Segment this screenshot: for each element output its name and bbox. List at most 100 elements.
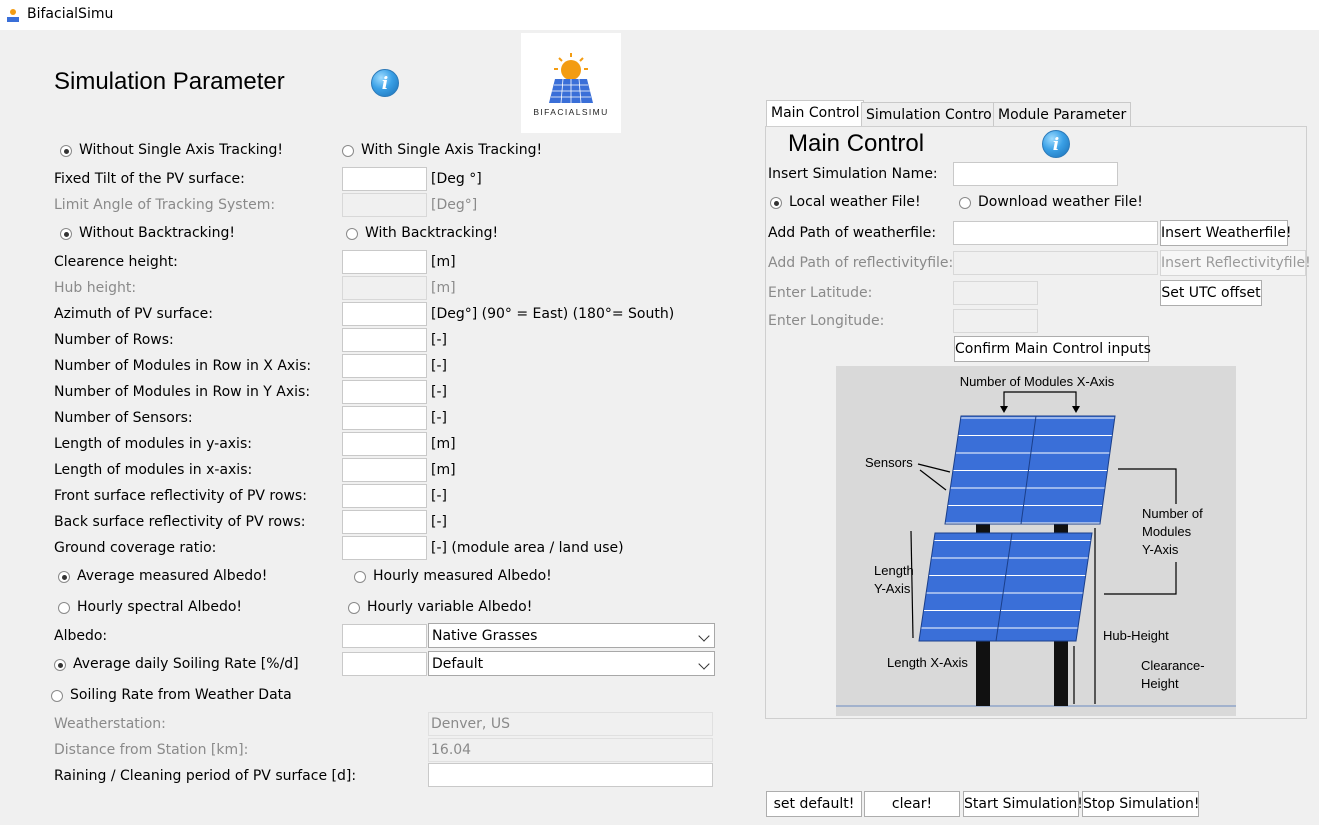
modules-y-unit: [-] [431,384,447,400]
diagram-modules-x-label: Number of Modules X-Axis [960,374,1115,389]
fixed-tilt-input[interactable] [342,167,427,191]
clearance-unit: [m] [431,254,456,270]
rows-unit: [-] [431,332,447,348]
tab-module-parameter[interactable]: Module Parameter [993,102,1132,128]
diagram-clear-1: Clearance- [1141,658,1205,673]
front-reflectivity-input[interactable] [342,484,427,508]
soiling-select[interactable]: Default [428,651,715,676]
diagram-len-y-1: Length [874,563,914,578]
without-tracking-radio[interactable] [60,145,72,157]
weatherstation-field[interactable]: Denver, US [428,712,713,736]
clear-button[interactable]: clear! [864,791,960,817]
soiling-select-value: Default [432,656,484,672]
rows-input[interactable] [342,328,427,352]
hub-height-unit: [m] [431,280,456,296]
gcr-input[interactable] [342,536,427,560]
diagram-mod-y-1: Number of [1142,506,1203,521]
with-tracking-radio[interactable] [342,145,354,157]
length-y-label: Length of modules in y-axis: [54,436,252,452]
app-icon [7,9,19,22]
hub-height-input[interactable] [342,276,427,300]
raining-input[interactable] [428,763,713,787]
logo-text: BIFACIALSIMU [533,107,609,117]
diagram-sensors-label: Sensors [865,455,913,470]
diagram-mod-y-3: Y-Axis [1142,542,1179,557]
albedo-input[interactable] [342,624,427,648]
avg-soiling-radio[interactable] [54,659,66,671]
latitude-input[interactable] [953,281,1038,305]
reflectivity-path-input[interactable] [953,251,1158,275]
start-simulation-button[interactable]: Start Simulation! [963,791,1083,817]
spectral-albedo-label: Hourly spectral Albedo! [77,599,243,615]
set-default-button[interactable]: set default! [766,791,862,817]
length-x-label: Length of modules in x-axis: [54,462,253,478]
albedo-select-value: Native Grasses [432,628,538,644]
with-backtracking-radio[interactable] [346,228,358,240]
length-y-unit: [m] [431,436,456,452]
diagram-clear-2: Height [1141,676,1179,691]
set-utc-offset-button[interactable]: Set UTC offset [1160,280,1262,306]
diagram-hub-label: Hub-Height [1103,628,1169,643]
sensors-unit: [-] [431,410,447,426]
variable-albedo-radio[interactable] [348,602,360,614]
azimuth-label: Azimuth of PV surface: [54,306,214,322]
insert-weatherfile-button[interactable]: Insert Weatherfile! [1160,220,1291,246]
length-x-input[interactable] [342,458,427,482]
confirm-main-control-button[interactable]: Confirm Main Control inputs [954,336,1151,362]
tab-main-control[interactable]: Main Control [766,100,865,126]
diagram-len-x-label: Length X-Axis [887,655,968,670]
download-weather-label: Download weather File! [978,194,1143,210]
azimuth-unit: [Deg°] (90° = East) (180°= South) [431,306,675,322]
without-backtracking-radio[interactable] [60,228,72,240]
download-weather-radio[interactable] [959,197,971,209]
modules-x-input[interactable] [342,354,427,378]
fixed-tilt-label: Fixed Tilt of the PV surface: [54,171,245,187]
clearance-input[interactable] [342,250,427,274]
insert-reflectivityfile-button[interactable]: Insert Reflectivityfile! [1160,250,1311,276]
simulation-parameter-title: Simulation Parameter [54,68,285,95]
weatherstation-label: Weatherstation: [54,716,166,732]
gcr-label: Ground coverage ratio: [54,540,217,556]
back-reflectivity-unit: [-] [431,514,447,530]
modules-y-input[interactable] [342,380,427,404]
avg-soiling-label: Average daily Soiling Rate [%/d] [73,656,299,672]
avg-albedo-radio[interactable] [58,571,70,583]
gcr-unit: [-] (module area / land use) [431,540,624,556]
weather-path-input[interactable] [953,221,1158,245]
sensors-label: Number of Sensors: [54,410,193,426]
modules-x-unit: [-] [431,358,447,374]
info-icon[interactable]: i [1042,130,1070,158]
logo: BIFACIALSIMU [521,33,621,133]
hub-height-label: Hub height: [54,280,137,296]
sim-name-input[interactable] [953,162,1118,186]
weather-soiling-label: Soiling Rate from Weather Data [70,687,292,703]
hourly-albedo-radio[interactable] [354,571,366,583]
without-tracking-label: Without Single Axis Tracking! [79,142,284,158]
main-control-title: Main Control [788,130,925,157]
pv-system-diagram: Number of Modules X-Axis Sensors Number … [836,366,1236,716]
distance-field[interactable]: 16.04 [428,738,713,762]
length-y-input[interactable] [342,432,427,456]
logo-graphic-icon [549,53,593,104]
longitude-input[interactable] [953,309,1038,333]
info-icon[interactable]: i [371,69,399,97]
soiling-input[interactable] [342,652,427,676]
sensors-input[interactable] [342,406,427,430]
local-weather-radio[interactable] [770,197,782,209]
front-reflectivity-unit: [-] [431,488,447,504]
without-backtracking-label: Without Backtracking! [79,225,236,241]
albedo-select[interactable]: Native Grasses [428,623,715,648]
limit-angle-input[interactable] [342,193,427,217]
spectral-albedo-radio[interactable] [58,602,70,614]
azimuth-input[interactable] [342,302,427,326]
weather-soiling-radio[interactable] [51,690,63,702]
rows-label: Number of Rows: [54,332,174,348]
sim-name-label: Insert Simulation Name: [768,166,938,182]
stop-simulation-button[interactable]: Stop Simulation! [1082,791,1199,817]
diagram-mod-y-2: Modules [1142,524,1192,539]
tab-simulation-control[interactable]: Simulation Control [861,102,1001,128]
title-bar [0,0,1319,30]
latitude-label: Enter Latitude: [768,285,873,301]
back-reflectivity-input[interactable] [342,510,427,534]
chevron-down-icon [698,658,710,670]
